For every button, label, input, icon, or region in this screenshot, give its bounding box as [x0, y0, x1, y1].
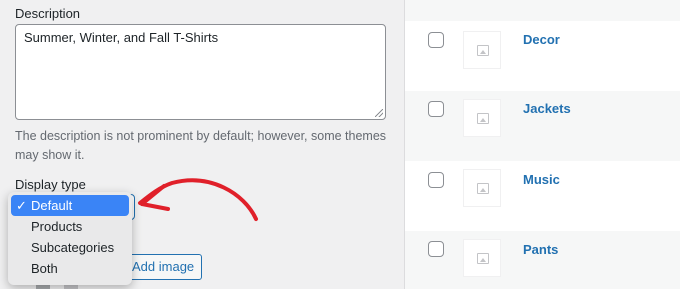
- annotation-arrow-icon: [138, 178, 258, 221]
- category-name-link[interactable]: Decor: [523, 32, 560, 47]
- description-label: Description: [15, 6, 81, 21]
- display-type-dropdown[interactable]: ✓ Default Products Subcategories Both: [8, 192, 132, 285]
- row-checkbox[interactable]: [428, 32, 444, 48]
- table-row: Jackets: [405, 91, 680, 161]
- checkmark-icon: ✓: [16, 198, 27, 213]
- category-thumbnail: [463, 239, 501, 277]
- image-placeholder-icon: [477, 113, 489, 124]
- option-label: Both: [31, 261, 58, 276]
- option-products[interactable]: Products: [11, 216, 129, 237]
- table-row: Pants: [405, 231, 680, 289]
- image-placeholder-icon: [477, 183, 489, 194]
- display-type-label: Display type: [15, 177, 86, 192]
- row-checkbox[interactable]: [428, 172, 444, 188]
- category-thumbnail: [463, 31, 501, 69]
- row-checkbox[interactable]: [428, 101, 444, 117]
- category-list: Decor Jackets Music Pants: [404, 0, 680, 289]
- description-text: Summer, Winter, and Fall T-Shirts: [24, 30, 219, 45]
- category-name-link[interactable]: Jackets: [523, 101, 571, 116]
- option-label: Default: [31, 198, 73, 213]
- category-form-panel: Description Summer, Winter, and Fall T-S…: [0, 0, 404, 289]
- add-image-button[interactable]: Add image: [120, 254, 202, 280]
- option-subcategories[interactable]: Subcategories: [11, 237, 129, 258]
- option-label: Subcategories: [31, 240, 115, 255]
- category-thumbnail: [463, 99, 501, 137]
- option-default[interactable]: ✓ Default: [11, 195, 129, 216]
- row-checkbox[interactable]: [428, 241, 444, 257]
- category-thumbnail: [463, 169, 501, 207]
- option-label: Products: [31, 219, 83, 234]
- table-row: Music: [405, 161, 680, 231]
- table-row: Decor: [405, 21, 680, 91]
- description-textarea[interactable]: Summer, Winter, and Fall T-Shirts: [15, 24, 386, 120]
- category-name-link[interactable]: Music: [523, 172, 560, 187]
- description-help-text: The description is not prominent by defa…: [15, 129, 387, 162]
- resize-handle-icon[interactable]: [375, 109, 383, 117]
- option-both[interactable]: Both: [11, 258, 129, 279]
- image-placeholder-icon: [477, 253, 489, 264]
- image-placeholder-icon: [477, 45, 489, 56]
- table-row: [405, 0, 680, 21]
- category-name-link[interactable]: Pants: [523, 242, 558, 257]
